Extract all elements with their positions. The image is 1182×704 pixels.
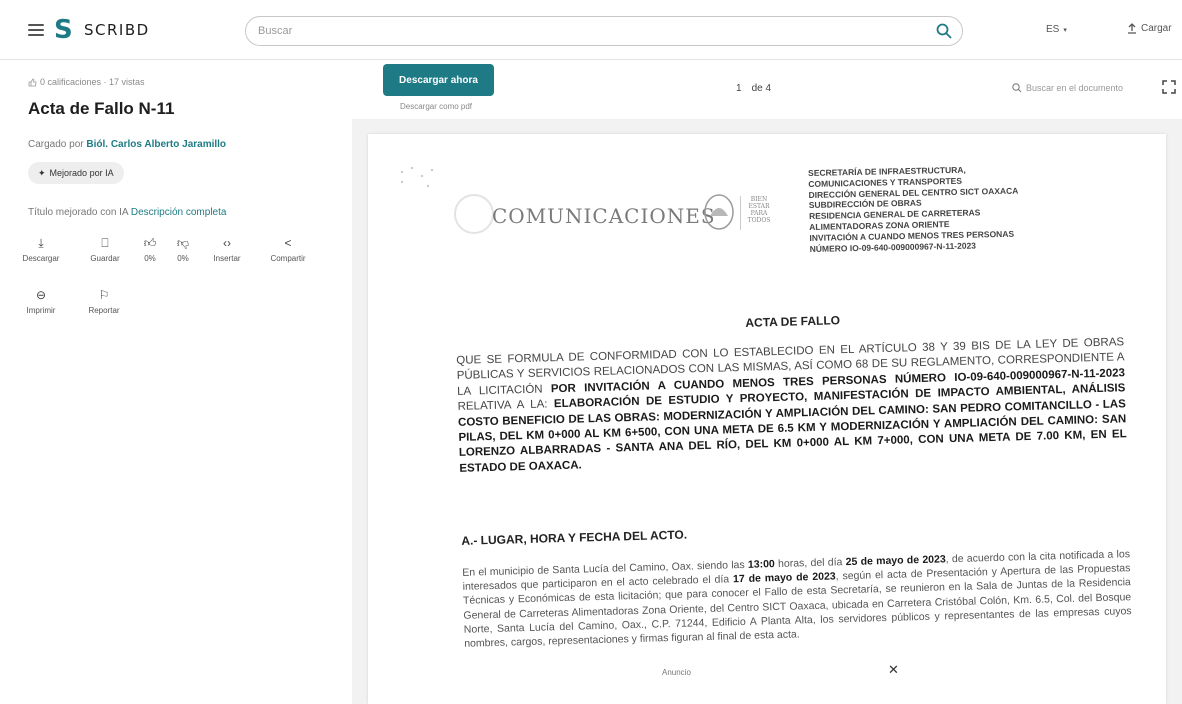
description-prefix: Título mejorado con IA [28, 207, 129, 218]
upload-label: Cargar [1141, 23, 1172, 34]
menu-icon[interactable] [28, 24, 44, 36]
share-label: Compartir [270, 254, 306, 263]
thumbs-up-small-icon [28, 77, 37, 86]
language-selector[interactable]: ES ▾ [1046, 24, 1067, 35]
search-icon[interactable] [936, 23, 952, 39]
share-action[interactable]: < Compartir [266, 236, 310, 263]
upload-icon [1128, 23, 1136, 34]
thumbs-up-icon: 👍︎ [143, 236, 157, 250]
page-title: Acta de Fallo N-11 [28, 99, 175, 118]
section-heading: A.- LUGAR, HORA Y FECHA DEL ACTO. [461, 527, 688, 548]
like-action[interactable]: 👍︎ 0% [143, 236, 157, 263]
ad-overlay [368, 654, 1166, 704]
document-search[interactable]: Buscar en el documento [1012, 83, 1123, 93]
save-label: Guardar [90, 254, 120, 263]
paragraph-text: horas, del día [777, 556, 843, 571]
uploaded-by-prefix: Cargado por [28, 139, 84, 150]
viewer-toolbar: Descargar ahora Descargar como pdf 1 de … [352, 61, 1182, 119]
search-input[interactable] [246, 17, 926, 45]
scribd-logo-icon: S [54, 15, 73, 45]
total-pages: de 4 [751, 83, 772, 94]
ad-label: Anuncio [662, 668, 691, 677]
search-icon [1012, 83, 1022, 93]
report-action[interactable]: ⚐ Reportar [84, 288, 124, 315]
share-icon: < [284, 236, 292, 250]
download-now-button[interactable]: Descargar ahora [383, 64, 494, 96]
ministry-logo-text: COMUNICACIONES [492, 204, 716, 228]
bookmark-icon: ⎕ [101, 236, 109, 250]
uploaded-by: Cargado por Biól. Carlos Alberto Jaramil… [28, 139, 226, 150]
government-seal-icon [454, 194, 494, 234]
letterhead: SECRETARÍA DE INFRAESTRUCTURA, COMUNICAC… [808, 164, 1020, 255]
current-page[interactable]: 1 [736, 83, 742, 94]
download-icon: ⤓ [38, 236, 44, 250]
download-label: Descargar [22, 254, 60, 263]
scribd-logo[interactable]: S SCRIBD [54, 17, 150, 43]
time-value: 13:00 [747, 558, 775, 571]
doc-stats-text: 0 calificaciones · 17 vistas [40, 77, 145, 87]
date-value: 25 de mayo de 2023 [845, 553, 946, 569]
dislike-label: 0% [177, 254, 189, 263]
chevron-down-icon: ▾ [1063, 26, 1067, 34]
close-icon[interactable]: ✕ [888, 662, 899, 678]
uploader-link[interactable]: Biól. Carlos Alberto Jaramillo [86, 139, 226, 150]
bienestar-logo: BIEN ESTAR PARA TODOS [740, 196, 774, 230]
flag-icon: ⚐ [98, 288, 110, 302]
document-sidebar: 0 calificaciones · 17 vistas Acta de Fal… [0, 61, 352, 704]
language-label: ES [1046, 24, 1060, 35]
ai-enhanced-badge[interactable]: ✦ Mejorado por IA [28, 162, 124, 184]
description-line: Título mejorado con IA Descripción compl… [28, 207, 226, 218]
emblem-icon [704, 194, 734, 230]
ai-badge-label: Mejorado por IA [49, 168, 114, 178]
dislike-action[interactable]: 👎︎ 0% [176, 236, 190, 263]
document-heading: ACTA DE FALLO [745, 313, 841, 330]
intro-paragraph: QUE SE FORMULA DE CONFORMIDAD CON LO EST… [456, 335, 1127, 477]
embed-action[interactable]: ‹› Insertar [212, 236, 242, 263]
thumbs-down-icon: 👎︎ [176, 236, 190, 250]
print-action[interactable]: ⊖ Imprimir [22, 288, 60, 315]
download-action[interactable]: ⤓ Descargar [22, 236, 60, 263]
save-action[interactable]: ⎕ Guardar [88, 236, 122, 263]
fullscreen-icon[interactable] [1162, 80, 1176, 94]
print-icon: ⊖ [35, 288, 47, 302]
doc-stats: 0 calificaciones · 17 vistas [28, 77, 145, 87]
like-label: 0% [144, 254, 156, 263]
document-page: COMUNICACIONES BIEN ESTAR PARA TODOS SEC… [368, 134, 1166, 704]
search-bar[interactable] [245, 16, 963, 46]
full-description-link[interactable]: Descripción completa [131, 207, 227, 218]
embed-icon: ‹› [223, 236, 231, 250]
intro-bold-text: ELABORACIÓN DE ESTUDIO Y PROYECTO, MANIF… [457, 382, 1127, 475]
date-value: 17 de mayo de 2023 [732, 570, 836, 586]
document-search-placeholder: Buscar en el documento [1026, 83, 1124, 93]
brand-name: SCRIBD [84, 21, 150, 39]
body-paragraph: En el municipio de Santa Lucía del Camin… [462, 547, 1132, 651]
intro-text: RELATIVA A LA: [457, 398, 548, 414]
download-as-pdf-link[interactable]: Descargar como pdf [400, 102, 472, 111]
embed-label: Insertar [213, 254, 241, 263]
upload-button[interactable]: Cargar [1127, 23, 1172, 34]
page-indicator: 1 de 4 [736, 83, 771, 94]
top-bar: S SCRIBD ES ▾ Cargar [0, 0, 1182, 60]
document-viewer: Descargar ahora Descargar como pdf 1 de … [352, 61, 1182, 704]
report-label: Reportar [88, 306, 120, 315]
print-label: Imprimir [26, 306, 56, 315]
decorative-dots [401, 167, 433, 187]
sparkle-icon: ✦ [38, 167, 46, 178]
